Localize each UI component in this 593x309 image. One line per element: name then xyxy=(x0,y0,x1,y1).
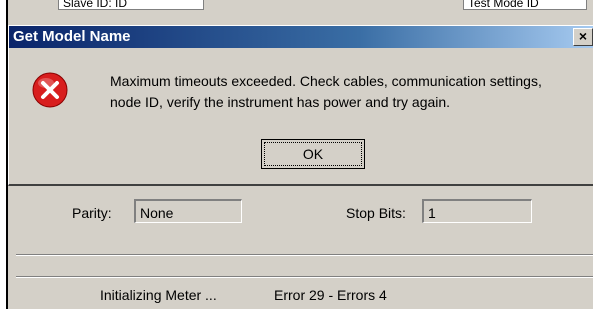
stopbits-field[interactable]: 1 xyxy=(422,199,532,223)
stopbits-label: Stop Bits: xyxy=(346,205,406,221)
error-count-text: Error 29 - Errors 4 xyxy=(274,287,387,303)
ok-focus-ring xyxy=(264,142,362,166)
error-icon xyxy=(32,72,68,108)
background-field-left: Slave ID: ID xyxy=(58,0,204,10)
parity-field[interactable]: None xyxy=(134,199,242,223)
ok-button[interactable]: OK xyxy=(261,139,365,169)
dialog-title: Get Model Name xyxy=(13,28,131,45)
dialog-titlebar[interactable]: Get Model Name xyxy=(9,26,593,48)
parity-label: Parity: xyxy=(72,205,112,221)
separator-line xyxy=(16,276,593,278)
background-field-right: Test Mode ID xyxy=(463,0,587,10)
status-text: Initializing Meter ... xyxy=(100,287,217,303)
message-line-1: Maximum timeouts exceeded. Check cables,… xyxy=(110,73,542,89)
separator-line xyxy=(16,254,593,256)
dialog-message: Maximum timeouts exceeded. Check cables,… xyxy=(110,71,590,113)
message-line-2: node ID, verify the instrument has power… xyxy=(110,94,451,110)
close-button[interactable]: × xyxy=(573,28,593,46)
error-dialog: Get Model Name × Maximum timeouts exceed… xyxy=(8,25,593,186)
